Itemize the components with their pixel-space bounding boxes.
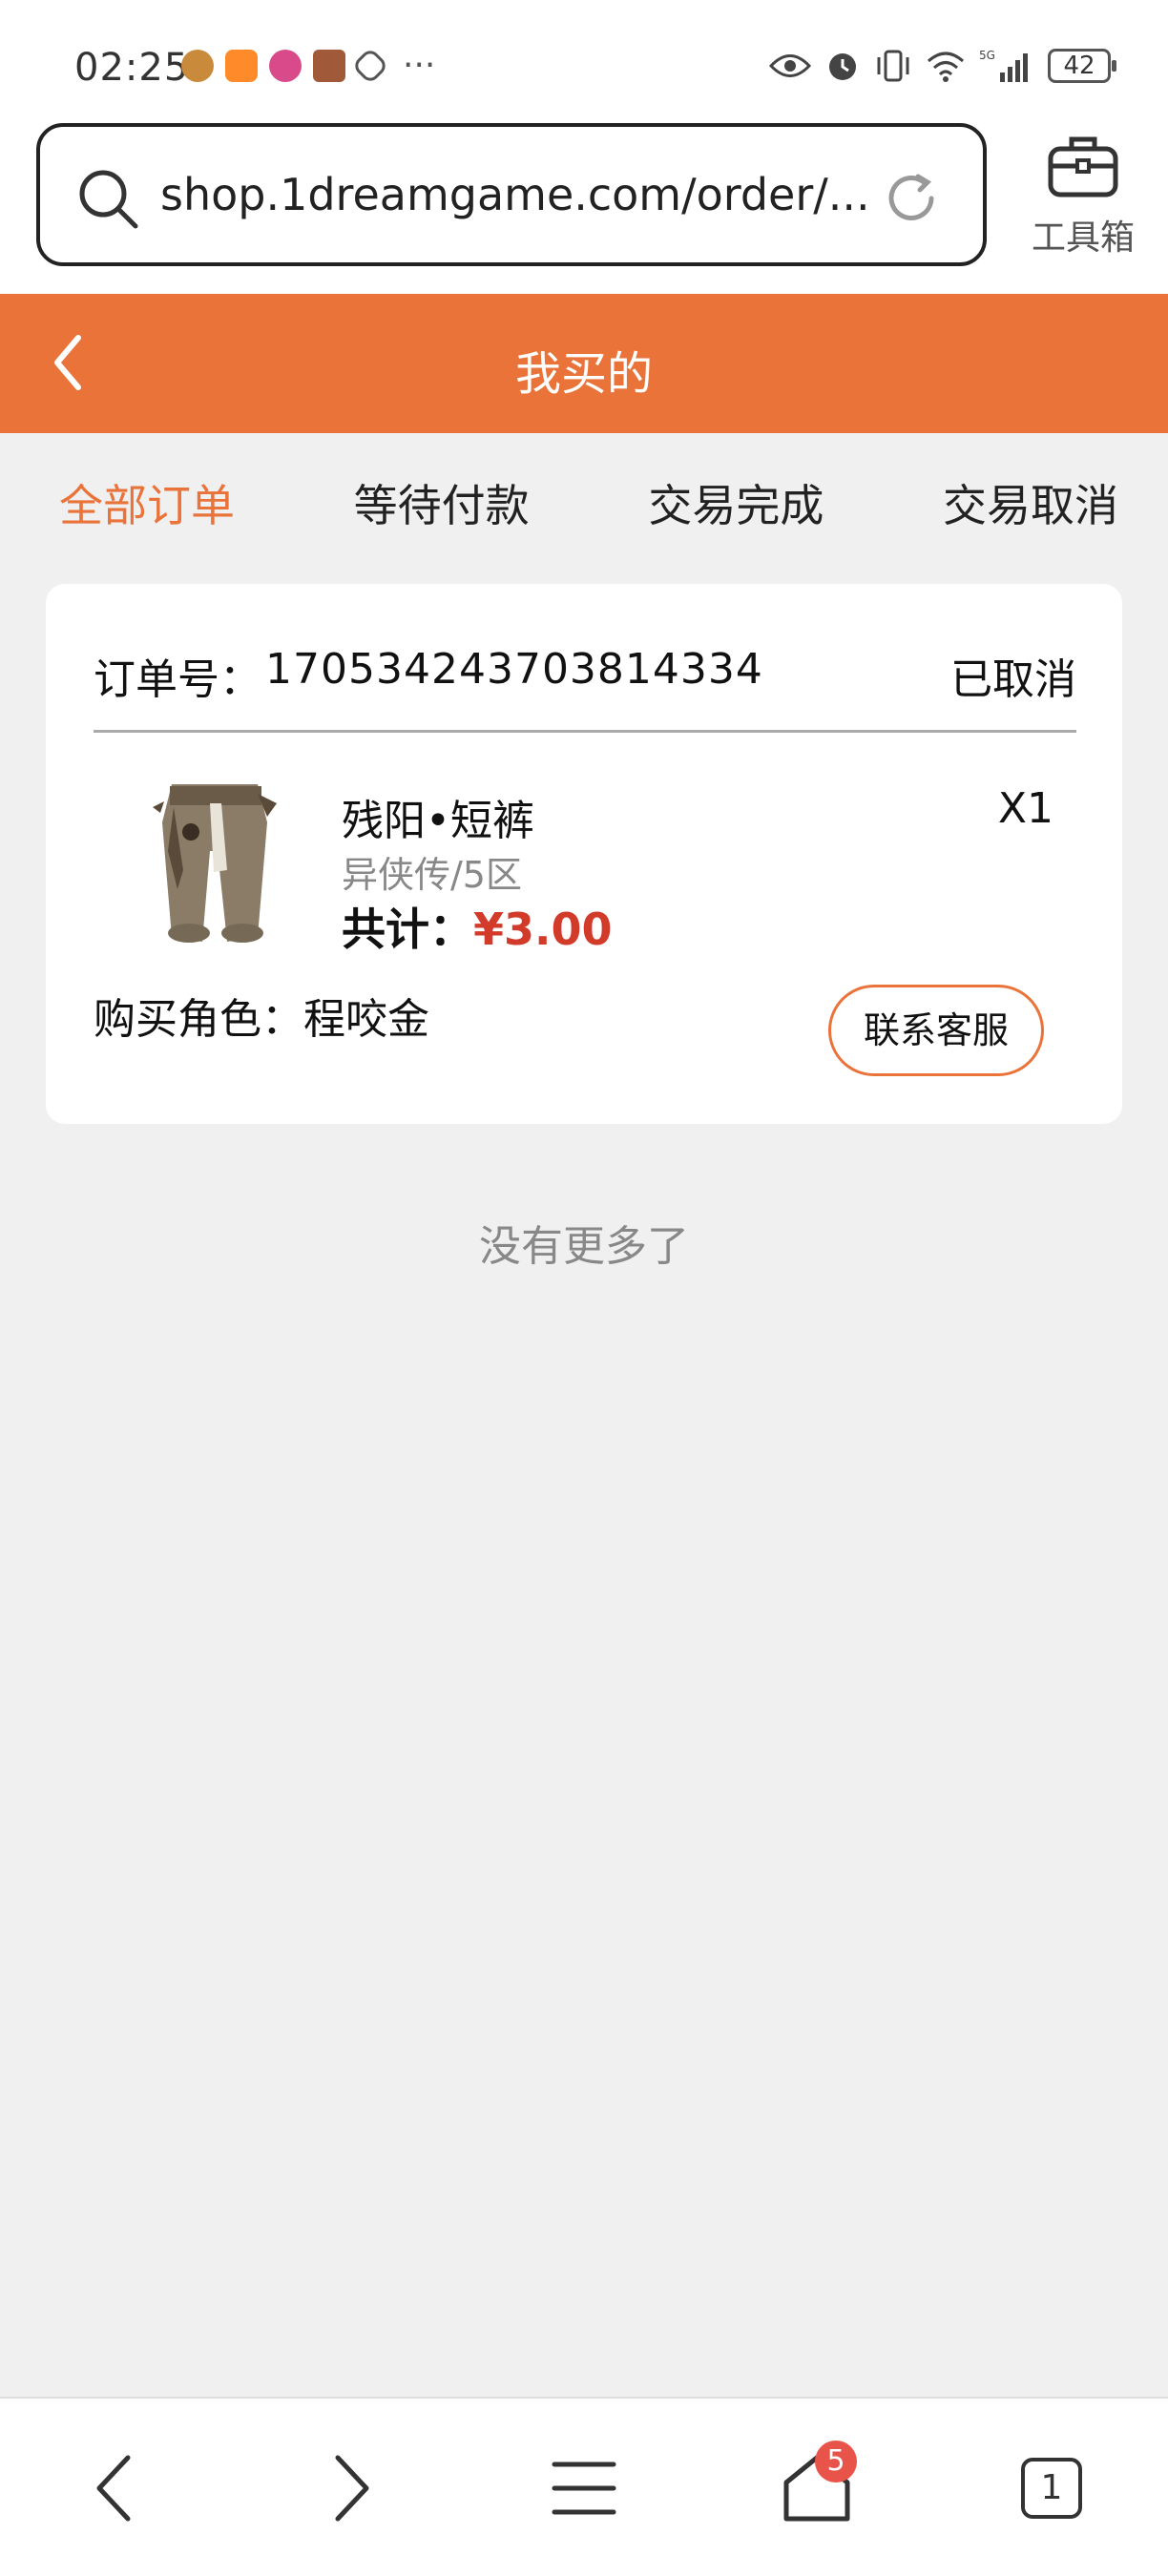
browser-toolbar: shop.1dreamgame.com/order/... 工具箱 <box>0 114 1168 294</box>
app-notification-icon <box>181 50 214 82</box>
total-label: 共计： <box>342 904 473 955</box>
app-notification-icon <box>313 50 345 82</box>
toolbox-label: 工具箱 <box>1031 218 1135 258</box>
order-header: 订单号： 170534243703814334 已取消 <box>94 645 1076 733</box>
app-notification-icon <box>225 50 258 82</box>
item-name: 残阳•短裤 <box>342 797 534 845</box>
alarm-icon <box>829 53 856 80</box>
tab-all-orders[interactable]: 全部订单 <box>59 471 235 538</box>
order-status: 已取消 <box>950 655 1076 704</box>
network-type: 5G <box>979 49 995 62</box>
buyer-role: 购买角色：程咬金 <box>94 985 429 1046</box>
page-header: 我买的 <box>0 294 1168 433</box>
order-card[interactable]: 订单号： 170534243703814334 已取消 残阳•短裤 X1 异侠传… <box>46 584 1122 1124</box>
notification-icons: ··· <box>181 46 436 85</box>
system-icons: 5G 42 <box>769 48 1116 84</box>
app-notification-icon <box>351 47 389 85</box>
order-number: 170534243703814334 <box>265 645 763 694</box>
vibrate-icon <box>877 50 909 82</box>
order-number-label: 订单号： <box>94 655 261 704</box>
more-notifications-icon: ··· <box>403 46 436 85</box>
search-icon <box>79 170 138 229</box>
nav-menu-button[interactable] <box>536 2441 632 2536</box>
total-price: ¥3.00 <box>473 904 613 955</box>
item-server: 异侠传/5区 <box>342 854 522 896</box>
tab-pending-payment[interactable]: 等待付款 <box>354 471 530 538</box>
wifi-icon <box>928 52 964 82</box>
chevron-left-icon <box>96 2455 131 2522</box>
page-title: 我买的 <box>514 347 653 401</box>
nav-tabs-button[interactable]: 1 <box>1004 2441 1099 2536</box>
buyer-label: 购买角色： <box>94 995 303 1044</box>
order-tabs: 全部订单 等待付款 交易完成 交易取消 <box>0 433 1168 576</box>
item-thumbnail <box>153 784 277 943</box>
reload-icon[interactable] <box>882 169 941 228</box>
eye-icon <box>769 54 811 77</box>
app-notification-icon <box>269 50 302 82</box>
home-badge: 5 <box>815 2441 857 2483</box>
address-bar[interactable]: shop.1dreamgame.com/order/... <box>36 123 987 266</box>
contact-support-button[interactable]: 联系客服 <box>828 985 1044 1076</box>
nav-back-button[interactable] <box>67 2441 162 2536</box>
nav-home-button[interactable]: 5 <box>769 2441 865 2536</box>
tab-completed[interactable]: 交易完成 <box>648 471 824 538</box>
tab-count-icon: 1 <box>1021 2458 1082 2519</box>
menu-icon <box>552 2462 616 2515</box>
toolbox-icon <box>1048 136 1118 197</box>
status-bar: 02:25 ··· 5G 42 <box>0 0 1168 114</box>
status-time: 02:25 <box>74 46 190 90</box>
url-text[interactable]: shop.1dreamgame.com/order/... <box>160 169 886 220</box>
item-quantity: X1 <box>997 784 1053 833</box>
no-more-text: 没有更多了 <box>479 1222 689 1271</box>
chevron-right-icon <box>335 2455 369 2522</box>
tab-cancelled[interactable]: 交易取消 <box>943 471 1118 538</box>
nav-forward-button[interactable] <box>303 2441 399 2536</box>
order-total: 共计：¥3.00 <box>342 895 613 958</box>
battery-icon: 42 <box>1048 49 1116 83</box>
buyer-name: 程咬金 <box>303 995 429 1044</box>
toolbox-button[interactable]: 工具箱 <box>1021 134 1145 260</box>
signal-icon: 5G <box>979 49 1028 82</box>
browser-bottom-nav: 5 1 <box>0 2397 1168 2576</box>
